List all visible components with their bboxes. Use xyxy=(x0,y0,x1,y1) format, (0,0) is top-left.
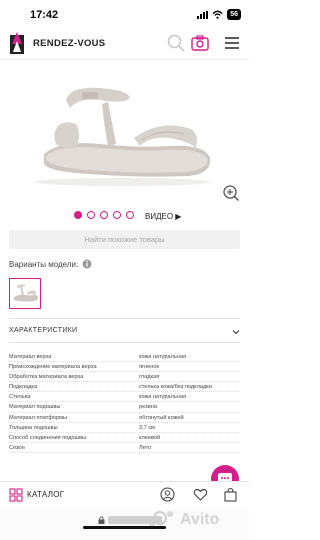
find-similar-button[interactable]: Найти похожие товары xyxy=(9,230,240,249)
divider xyxy=(9,342,240,343)
brand-name[interactable]: RENDEZ-VOUS xyxy=(33,38,105,49)
carousel-dot[interactable] xyxy=(87,211,95,219)
video-link[interactable]: ВИДЕО ▶ xyxy=(145,212,181,221)
spec-row: Способ соединения подошвы клеевой xyxy=(9,433,240,443)
spec-value: обтянутый кожей xyxy=(139,414,184,421)
characteristics-table: Материал верха кожа натуральная Происхож… xyxy=(9,352,240,453)
signal-icon xyxy=(197,10,209,19)
spec-row: Толщина подошвы 3,7 см xyxy=(9,423,240,433)
spec-row: Подкладка стелька кожа/без подкладки xyxy=(9,382,240,393)
spec-name: Происхождение материала верха xyxy=(9,364,97,371)
product-image[interactable] xyxy=(30,78,215,188)
heart-icon[interactable] xyxy=(193,487,208,502)
spec-value: резина xyxy=(139,404,157,411)
user-icon[interactable] xyxy=(160,487,175,502)
characteristics-title[interactable]: ХАРАКТЕРИСТИКИ xyxy=(9,327,77,334)
chevron-down-icon[interactable] xyxy=(232,328,240,336)
spec-value: гладкая xyxy=(139,374,160,381)
status-bar: 17:42 56 xyxy=(0,0,249,28)
lock-icon xyxy=(98,516,105,524)
spec-name: Материал верха xyxy=(9,354,52,360)
spec-row: Сезон Лето xyxy=(9,443,240,453)
carousel-dot[interactable] xyxy=(113,211,121,219)
site-header: RENDEZ-VOUS xyxy=(0,28,249,60)
spec-name: Сезон xyxy=(9,444,25,451)
spec-row: Материал верха кожа натуральная xyxy=(9,352,240,363)
spec-value: стелька кожа/без подкладки xyxy=(139,384,212,391)
brand-logo-icon[interactable] xyxy=(10,32,24,54)
spec-value: клеевой xyxy=(139,434,161,441)
info-icon[interactable] xyxy=(82,259,92,269)
battery-indicator: 56 xyxy=(227,9,241,20)
spec-row: Материал подошвы резина xyxy=(9,402,240,413)
spec-row: Происхождение материала верха ягненок xyxy=(9,362,240,373)
divider xyxy=(9,318,240,319)
spec-name: Материал подошвы xyxy=(9,404,61,411)
wifi-icon xyxy=(212,10,223,19)
spec-row: Обработка материала верха гладкая xyxy=(9,372,240,383)
spec-row: Стелька кожа натуральная xyxy=(9,392,240,403)
camera-icon[interactable] xyxy=(190,33,210,53)
svg-text:Avito: Avito xyxy=(180,511,220,528)
status-time: 17:42 xyxy=(30,9,59,21)
spec-value: 3,7 см xyxy=(139,424,155,431)
spec-value: ягненок xyxy=(139,364,159,371)
carousel-dot[interactable] xyxy=(74,211,82,219)
spec-value: Лето xyxy=(139,444,152,451)
search-icon[interactable] xyxy=(166,33,186,53)
spec-name: Подкладка xyxy=(9,384,38,391)
spec-row: Материал платформы обтянутый кожей xyxy=(9,413,240,423)
spec-name: Обработка материала верха xyxy=(9,374,84,381)
carousel-dot[interactable] xyxy=(100,211,108,219)
spec-name: Стелька xyxy=(9,394,31,401)
bag-icon[interactable] xyxy=(223,487,238,502)
spec-value: кожа натуральная xyxy=(139,394,187,401)
home-indicator xyxy=(83,526,166,529)
variant-thumbnail[interactable] xyxy=(9,278,41,309)
menu-icon[interactable] xyxy=(222,33,242,53)
variants-header: Варианты модели: xyxy=(9,259,92,269)
carousel-dot[interactable] xyxy=(126,211,134,219)
carousel-dots xyxy=(74,211,134,219)
zoom-icon[interactable] xyxy=(222,184,240,202)
spec-name: Толщина подошвы xyxy=(9,424,58,431)
variants-label: Варианты модели: xyxy=(9,259,79,269)
catalog-link[interactable]: КАТАЛОГ xyxy=(27,490,64,499)
status-icons: 56 xyxy=(197,9,241,20)
spec-value: кожа натуральная xyxy=(139,354,187,360)
spec-name: Способ соединения подошвы xyxy=(9,434,87,441)
grid-icon[interactable] xyxy=(9,488,23,502)
spec-name: Материал платформы xyxy=(9,414,68,421)
